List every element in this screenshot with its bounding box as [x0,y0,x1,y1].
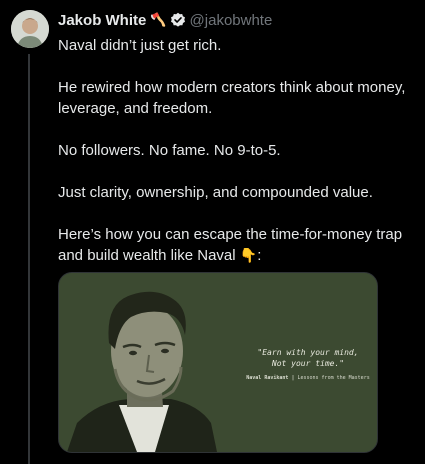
media-quote: "Earn with your mind, Not your time." Na… [246,347,370,381]
axe-emoji-icon: 🪓 [150,12,167,27]
author-name[interactable]: Jakob White [58,12,146,29]
attribution-separator: | [291,375,295,381]
pointing-down-emoji-icon: 👇 [239,247,258,263]
thread-line [28,54,30,464]
trailing-colon: : [257,247,262,264]
tweet-paragraph-text: Here’s how you can escape the time-for-m… [58,226,403,264]
avatar[interactable] [11,10,49,48]
quote-attribution: Naval Ravikant | Lessons from the Master… [246,375,370,381]
tweet-paragraph: He rewired how modern creators think abo… [58,79,406,117]
avatar-image [11,10,49,48]
tweet-paragraph: Just clarity, ownership, and compounded … [58,184,373,201]
author-handle[interactable]: @jakobwhte [190,12,273,29]
verified-badge-icon [170,12,186,28]
tweet-text: Naval didn’t just get rich. He rewired h… [58,35,408,287]
tweet-paragraph-last: Here’s how you can escape the time-for-m… [58,224,408,266]
tweet-media-image[interactable]: "Earn with your mind, Not your time." Na… [58,272,378,453]
quote-text: "Earn with your mind, Not your time." [257,348,359,368]
attribution-source: Lessons from the Masters [297,375,370,381]
tweet-header: Jakob White 🪓 @jakobwhte [58,10,272,30]
attribution-name: Naval Ravikant [246,375,289,381]
tweet-paragraph: Naval didn’t just get rich. [58,37,222,54]
tweet-paragraph: No followers. No fame. No 9-to-5. [58,142,281,159]
